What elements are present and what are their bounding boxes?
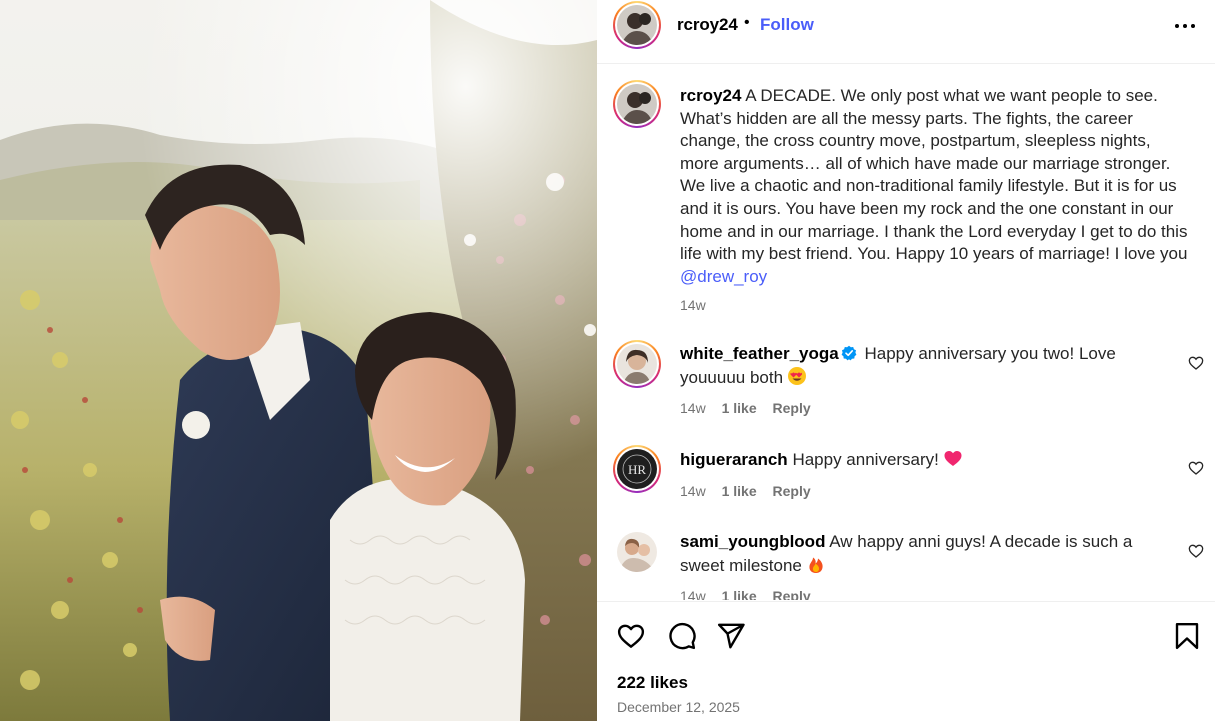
comment-likes[interactable]: 1 like	[722, 400, 757, 416]
comment-reply-button[interactable]: Reply	[773, 400, 811, 416]
bookmark-icon[interactable]	[1172, 621, 1202, 651]
comment-reply-button[interactable]: Reply	[773, 588, 811, 600]
comment-text: sami_youngblood Aw happy anni guys! A de…	[680, 531, 1150, 577]
comment-timestamp[interactable]: 14w	[680, 483, 706, 499]
post-detail-panel: rcroy24 • Follow rcroy24 A DECADE. We on…	[597, 0, 1215, 721]
comment-timestamp[interactable]: 14w	[680, 400, 706, 416]
comment-username[interactable]: sami_youngblood	[680, 532, 825, 551]
caption-avatar-image	[617, 84, 657, 124]
comment-avatar-image	[617, 532, 657, 572]
verified-badge-icon	[841, 345, 857, 361]
comment-timestamp[interactable]: 14w	[680, 588, 706, 600]
comment-reply-button[interactable]: Reply	[773, 483, 811, 499]
comment-icon[interactable]	[667, 621, 697, 651]
caption-timestamp[interactable]: 14w	[680, 297, 706, 313]
comment-avatar[interactable]	[613, 340, 661, 388]
comment-avatar-image: HR	[617, 449, 657, 489]
post-photo	[0, 0, 597, 721]
comment-avatar-image	[617, 344, 657, 384]
caption-username[interactable]: rcroy24	[680, 86, 741, 105]
comment-username[interactable]: white_feather_yoga	[680, 344, 839, 363]
author-username[interactable]: rcroy24	[677, 15, 738, 35]
author-avatar-image	[617, 5, 657, 45]
heart-icon[interactable]	[616, 621, 646, 651]
comment-avatar[interactable]: HR	[613, 445, 661, 493]
comment-like-heart-icon[interactable]	[1188, 543, 1204, 559]
caption-mention[interactable]: @drew_roy	[680, 267, 767, 286]
comment-likes[interactable]: 1 like	[722, 483, 757, 499]
post-date[interactable]: December 12, 2025	[617, 699, 740, 715]
comment-like-heart-icon[interactable]	[1188, 355, 1204, 371]
post-footer: 222 likes December 12, 2025	[597, 601, 1215, 721]
comment-meta: 14w 1 like Reply	[680, 400, 823, 416]
follow-button[interactable]: Follow	[760, 15, 814, 35]
likes-count[interactable]: 222 likes	[617, 673, 688, 693]
caption-body: A DECADE. We only post what we want peop…	[680, 86, 1188, 264]
heart-eyes-emoji	[788, 366, 807, 385]
fire-emoji	[809, 557, 823, 573]
author-avatar[interactable]	[613, 1, 661, 49]
comment-text: white_feather_yoga Happy anniversary you…	[680, 343, 1150, 389]
wedding-photo	[0, 0, 597, 721]
comment-likes[interactable]: 1 like	[722, 588, 757, 600]
comment-body: Happy anniversary!	[792, 450, 939, 469]
avatar-monogram: HR	[628, 462, 646, 477]
comment-like-heart-icon[interactable]	[1188, 460, 1204, 476]
header-separator: •	[744, 14, 750, 31]
comment-meta: 14w 1 like Reply	[680, 483, 823, 499]
comment-meta: 14w 1 like Reply	[680, 588, 823, 600]
comment-avatar[interactable]	[617, 532, 657, 572]
comment-username[interactable]: higueraranch	[680, 450, 788, 469]
caption-avatar[interactable]	[613, 80, 661, 128]
pink-heart-emoji	[944, 451, 962, 466]
more-horizontal-icon[interactable]	[1173, 18, 1197, 34]
comments-list[interactable]: rcroy24 A DECADE. We only post what we w…	[597, 65, 1215, 600]
share-icon[interactable]	[716, 621, 746, 651]
comment-text: higueraranch Happy anniversary!	[680, 448, 1150, 472]
post-header: rcroy24 • Follow	[597, 0, 1215, 64]
caption-text: rcroy24 A DECADE. We only post what we w…	[680, 85, 1190, 288]
